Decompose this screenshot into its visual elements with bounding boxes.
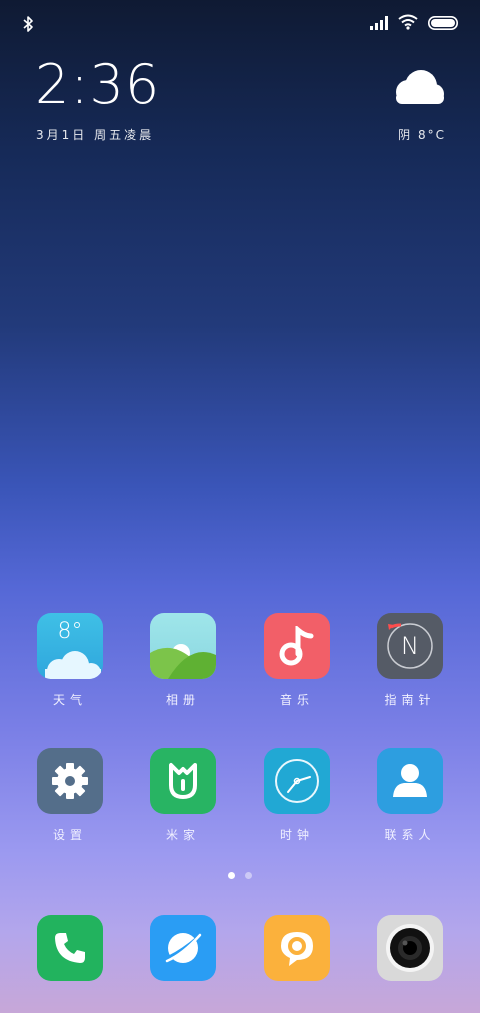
page-dot[interactable]: [245, 872, 252, 879]
music-icon: [264, 613, 330, 679]
app-label: 时钟: [279, 828, 314, 842]
messages-icon: [264, 915, 330, 981]
app-settings[interactable]: 设置: [14, 748, 126, 843]
app-weather[interactable]: 8° 天气: [14, 613, 126, 708]
dock-messages[interactable]: [241, 915, 353, 981]
browser-icon: [150, 915, 216, 981]
dock-camera[interactable]: [354, 915, 466, 981]
app-compass[interactable]: N 指南针: [354, 613, 466, 708]
weather-widget[interactable]: [386, 68, 446, 112]
page-indicator: [0, 872, 480, 879]
dock-phone[interactable]: [14, 915, 126, 981]
clock-icon: [264, 748, 330, 814]
compass-icon: N: [377, 613, 443, 679]
settings-gear-icon: [37, 748, 103, 814]
app-label: 联系人: [384, 828, 436, 842]
wifi-icon: [398, 14, 418, 34]
contacts-icon: [377, 748, 443, 814]
app-gallery[interactable]: 相册: [127, 613, 239, 708]
app-label: 相册: [165, 693, 200, 707]
app-music[interactable]: 音乐: [241, 613, 353, 708]
signal-icon: [370, 15, 388, 34]
compass-letter: N: [401, 632, 419, 660]
battery-icon: [428, 15, 458, 34]
app-clock[interactable]: 时钟: [241, 748, 353, 843]
app-label: 音乐: [279, 693, 314, 707]
bluetooth-icon: [22, 16, 34, 37]
app-label: 米家: [165, 828, 200, 842]
app-contacts[interactable]: 联系人: [354, 748, 466, 843]
clock-time[interactable]: 2:36: [35, 58, 160, 112]
dock-browser[interactable]: [127, 915, 239, 981]
page-dot-active[interactable]: [228, 872, 235, 879]
app-mijia[interactable]: 米家: [127, 748, 239, 843]
camera-icon: [377, 915, 443, 981]
phone-icon: [37, 915, 103, 981]
weather-temp: 8°: [57, 619, 83, 644]
weather-icon: 8°: [37, 613, 103, 679]
status-bar: [0, 0, 480, 50]
clock-date[interactable]: 3月1日 周五凌晨: [36, 126, 154, 143]
mijia-icon: [150, 748, 216, 814]
weather-text[interactable]: 阴 8°C: [398, 126, 446, 143]
app-label: 天气: [52, 693, 87, 707]
gallery-icon: [150, 613, 216, 679]
app-label: 设置: [52, 828, 87, 842]
cloud-icon: [388, 70, 446, 112]
app-label: 指南针: [384, 693, 436, 707]
